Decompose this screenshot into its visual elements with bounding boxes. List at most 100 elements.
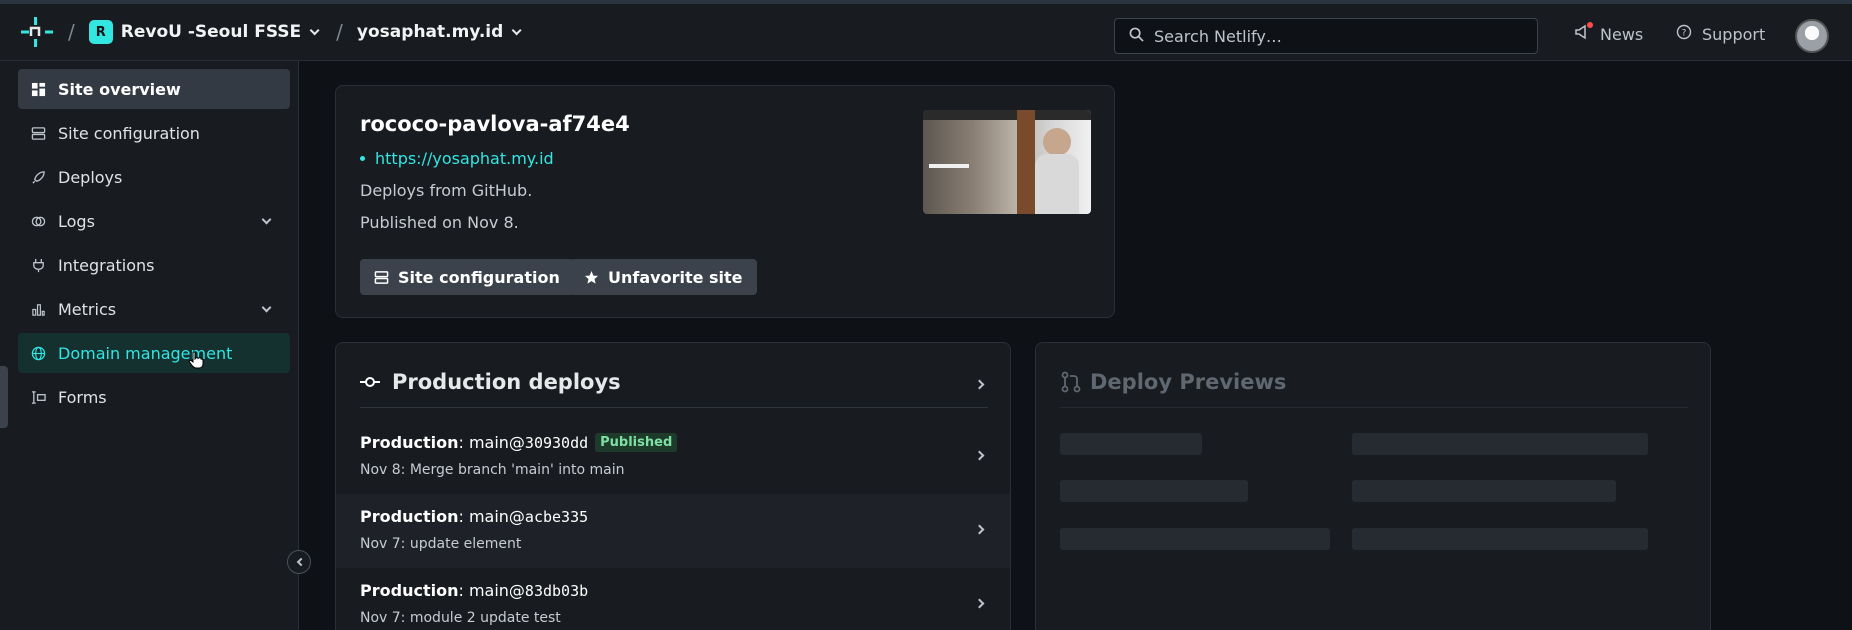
config-icon (374, 270, 389, 285)
button-label: Unfavorite site (608, 267, 743, 287)
hand-cursor-icon (188, 351, 204, 373)
scrollbar[interactable] (0, 366, 8, 428)
site-screenshot-thumbnail[interactable] (923, 110, 1091, 214)
sidebar-item-metrics[interactable]: Metrics (18, 289, 290, 329)
sidebar-item-logs[interactable]: Logs (18, 201, 290, 241)
team-avatar: R (88, 20, 113, 44)
deploy-title: Production: main@ acbe335 (360, 507, 589, 526)
sidebar-item-forms[interactable]: Forms (18, 377, 290, 417)
search-input[interactable]: Search Netlify… (1114, 18, 1538, 54)
plug-icon (30, 257, 46, 273)
deploy-context: Production (360, 581, 459, 600)
breadcrumb-separator: / (336, 20, 343, 44)
site-url-link[interactable]: https://yosaphat.my.id (360, 149, 554, 168)
sidebar-item-site-configuration[interactable]: Site configuration (18, 113, 290, 153)
sidebar: Site overview Site configuration Deploys… (0, 61, 311, 630)
commit-hash: 30930dd (524, 433, 589, 452)
support-button[interactable]: ? Support (1676, 24, 1765, 44)
published-date: Published on Nov 8. (360, 213, 519, 232)
site-overview-card: rococo-pavlova-af74e4 https://yosaphat.m… (335, 85, 1115, 318)
site-name: yosaphat.my.id (356, 22, 504, 42)
loading-skeleton (1352, 528, 1648, 550)
sidebar-item-label: Domain management (58, 343, 233, 363)
team-switcher[interactable]: R RevoU -Seoul FSSE (88, 20, 320, 44)
netlify-logo-icon[interactable] (20, 15, 54, 49)
unfavorite-site-button[interactable]: Unfavorite site (570, 259, 757, 295)
chevron-right-icon (974, 524, 985, 535)
pull-request-icon (1060, 371, 1082, 393)
collapse-sidebar-button[interactable] (287, 550, 311, 574)
deploy-row[interactable]: Production: main@ 30930dd Published Nov 8… (336, 420, 1010, 494)
loading-skeleton (1060, 528, 1330, 550)
deploy-message: Nov 7: update element (360, 536, 522, 552)
globe-icon (30, 345, 46, 361)
sidebar-item-label: Metrics (58, 299, 117, 319)
news-button[interactable]: News (1574, 22, 1644, 44)
help-circle-icon: ? (1676, 24, 1692, 44)
deploy-branch: main@ (468, 581, 525, 600)
chart-icon (30, 301, 46, 317)
sidebar-item-label: Site configuration (58, 123, 200, 143)
divider (360, 407, 988, 408)
deploy-context: Production (360, 507, 459, 526)
status-badge: Published (595, 433, 678, 452)
deploy-source: Deploys from GitHub. (360, 181, 533, 200)
deploy-branch: main@ (468, 507, 525, 526)
deploy-title: Production: main@ 30930dd Published (360, 433, 678, 452)
deploy-row[interactable]: Production: main@ 83db03b Nov 7: module 2… (336, 568, 1010, 630)
loading-skeleton (1352, 480, 1616, 502)
site-switcher[interactable]: yosaphat.my.id (356, 22, 522, 42)
sidebar-item-label: Site overview (58, 79, 181, 99)
divider (1060, 407, 1688, 408)
card-title: Deploy Previews (1090, 370, 1287, 394)
svg-text:?: ? (1682, 29, 1687, 39)
card-title: Production deploys (392, 370, 621, 394)
sidebar-item-label: Deploys (58, 167, 123, 187)
deploy-previews-card: Deploy Previews (1035, 342, 1711, 630)
chevron-left-icon (296, 557, 305, 567)
chevron-down-icon (261, 302, 272, 313)
deploy-message: Nov 8: Merge branch 'main' into main (360, 462, 625, 478)
sidebar-item-integrations[interactable]: Integrations (18, 245, 290, 285)
sidebar-item-label: Integrations (58, 255, 155, 275)
deploy-title: Production: main@ 83db03b (360, 581, 589, 600)
config-icon (30, 125, 46, 141)
sidebar-item-domain-management[interactable]: Domain management (18, 333, 290, 373)
loading-skeleton (1060, 480, 1248, 502)
team-name: RevoU -Seoul FSSE (120, 22, 302, 42)
loading-skeleton (1352, 433, 1648, 455)
deploy-branch: main@ (468, 433, 525, 452)
breadcrumb-separator: / (68, 20, 75, 44)
support-label: Support (1702, 24, 1766, 44)
news-label: News (1600, 24, 1644, 44)
sidebar-item-deploys[interactable]: Deploys (18, 157, 290, 197)
status-dot-icon (360, 156, 365, 161)
chevron-down-icon (261, 214, 272, 225)
loading-skeleton (1060, 433, 1202, 455)
top-bar: / R RevoU -Seoul FSSE / yosaphat.my.id S… (0, 0, 1852, 61)
rocket-icon (30, 169, 46, 185)
logs-icon (30, 213, 46, 229)
chevron-down-icon (511, 24, 522, 35)
search-placeholder: Search Netlify… (1154, 26, 1282, 46)
production-deploys-card: Production deploys Production: main@ 3093… (335, 342, 1011, 630)
commit-hash: 83db03b (524, 581, 589, 600)
chevron-right-icon[interactable] (974, 379, 985, 390)
site-configuration-button[interactable]: Site configuration (360, 259, 574, 295)
sidebar-item-label: Forms (58, 387, 107, 407)
form-icon (30, 389, 46, 405)
chevron-down-icon (309, 24, 320, 35)
sidebar-item-site-overview[interactable]: Site overview (18, 69, 290, 109)
site-url-text: https://yosaphat.my.id (375, 149, 554, 168)
production-deploys-header[interactable]: Production deploys (360, 370, 621, 394)
deploy-message: Nov 7: module 2 update test (360, 610, 561, 626)
button-label: Site configuration (398, 267, 560, 287)
chevron-right-icon (974, 598, 985, 609)
deploy-row[interactable]: Production: main@ acbe335 Nov 7: update e… (336, 494, 1010, 568)
deploy-previews-header[interactable]: Deploy Previews (1060, 370, 1286, 394)
user-avatar[interactable] (1795, 19, 1829, 53)
site-title: rococo-pavlova-af74e4 (360, 112, 630, 136)
search-icon (1129, 27, 1144, 46)
megaphone-icon (1574, 22, 1593, 44)
commit-icon (360, 375, 380, 389)
